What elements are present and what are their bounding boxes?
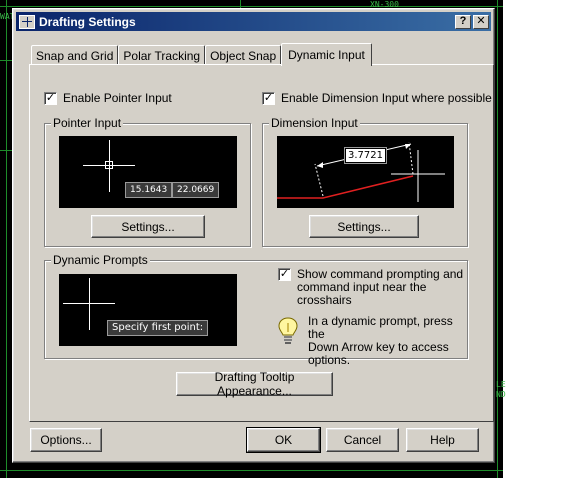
help-button[interactable]: Help <box>406 428 479 452</box>
prompt-tooltip: Specify first point: <box>107 320 209 336</box>
cad-line <box>0 6 503 7</box>
enable-pointer-input-row[interactable]: ✓ Enable Pointer Input <box>44 92 172 105</box>
cancel-button[interactable]: Cancel <box>326 428 399 452</box>
tab-polar-tracking[interactable]: Polar Tracking <box>118 45 206 65</box>
enable-dimension-input-label: Enable Dimension Input where possible <box>281 91 492 105</box>
show-prompting-row[interactable]: ✓ Show command prompting and command inp… <box>278 268 467 307</box>
dynamic-prompts-title: Dynamic Prompts <box>51 253 150 267</box>
dimension-input-preview: 3.7721 <box>277 136 454 208</box>
cad-line <box>6 0 7 478</box>
autocad-app-icon <box>19 14 35 29</box>
dimension-input-title: Dimension Input <box>269 116 360 130</box>
tab-object-snap[interactable]: Object Snap <box>205 45 282 65</box>
close-button[interactable]: ✕ <box>473 14 489 29</box>
cad-line <box>240 0 241 8</box>
enable-dimension-input-checkbox[interactable]: ✓ <box>262 92 275 105</box>
dynamic-input-panel: ✓ Enable Pointer Input ✓ Enable Dimensio… <box>29 64 494 422</box>
dynamic-prompts-preview: Specify first point: <box>59 274 237 346</box>
tooltip-appearance-button[interactable]: Drafting Tooltip Appearance... <box>176 370 333 398</box>
tab-strip: Snap and Grid Polar Tracking Object Snap… <box>31 43 372 66</box>
crosshair-vertical <box>89 278 90 330</box>
coordinate-y-tooltip: 22.0669 <box>172 182 220 198</box>
title-bar[interactable]: Drafting Settings ? ✕ <box>16 12 491 31</box>
enable-dimension-input-row[interactable]: ✓ Enable Dimension Input where possible <box>262 92 492 105</box>
dynamic-prompt-hint: In a dynamic prompt, press the Down Arro… <box>308 315 467 367</box>
ok-button[interactable]: OK <box>246 427 321 453</box>
dimension-input-settings-button[interactable]: Settings... <box>309 215 419 238</box>
pointer-input-group: Pointer Input 15.1643 22.0669 Settings..… <box>44 116 251 247</box>
enable-pointer-input-label: Enable Pointer Input <box>63 91 172 105</box>
tab-dynamic-input[interactable]: Dynamic Input <box>281 43 372 66</box>
cad-label: ND <box>496 390 506 399</box>
show-prompting-label: Show command prompting and command input… <box>297 268 467 307</box>
dimension-value-field: 3.7721 <box>344 147 387 164</box>
hint-line1: In a dynamic prompt, press the <box>308 314 453 341</box>
dynamic-prompts-group: Dynamic Prompts Specify first point: ✓ S… <box>44 253 468 367</box>
pointer-input-preview: 15.1643 22.0669 <box>59 136 237 208</box>
coordinate-x-tooltip: 15.1643 <box>125 182 173 198</box>
cad-line <box>497 0 498 478</box>
show-prompting-checkbox[interactable]: ✓ <box>278 268 291 281</box>
check-mark-icon: ✓ <box>45 92 56 104</box>
check-mark-icon: ✓ <box>279 268 290 280</box>
dimension-input-group: Dimension Input 3.7721 Settings... <box>262 116 468 247</box>
cad-line <box>0 470 503 471</box>
help-question-button[interactable]: ? <box>455 14 471 29</box>
enable-pointer-input-checkbox[interactable]: ✓ <box>44 92 57 105</box>
lightbulb-icon <box>278 317 298 344</box>
cad-label: LE <box>496 380 506 389</box>
hint-line3: options. <box>308 353 351 367</box>
dimension-preview-graphic <box>277 141 445 202</box>
cad-line <box>0 60 12 61</box>
pointer-input-title: Pointer Input <box>51 116 124 130</box>
pointer-input-settings-button[interactable]: Settings... <box>91 215 205 238</box>
check-mark-icon: ✓ <box>263 92 274 104</box>
dialog-title: Drafting Settings <box>39 14 136 29</box>
show-prompting-label-line2: command input near the crosshairs <box>297 280 427 307</box>
options-button[interactable]: Options... <box>30 428 102 452</box>
drafting-settings-dialog: Drafting Settings ? ✕ Snap and Grid Pola… <box>12 8 495 463</box>
pickbox-icon <box>105 161 113 169</box>
cad-line <box>0 150 12 151</box>
tab-snap-and-grid[interactable]: Snap and Grid <box>31 45 119 65</box>
